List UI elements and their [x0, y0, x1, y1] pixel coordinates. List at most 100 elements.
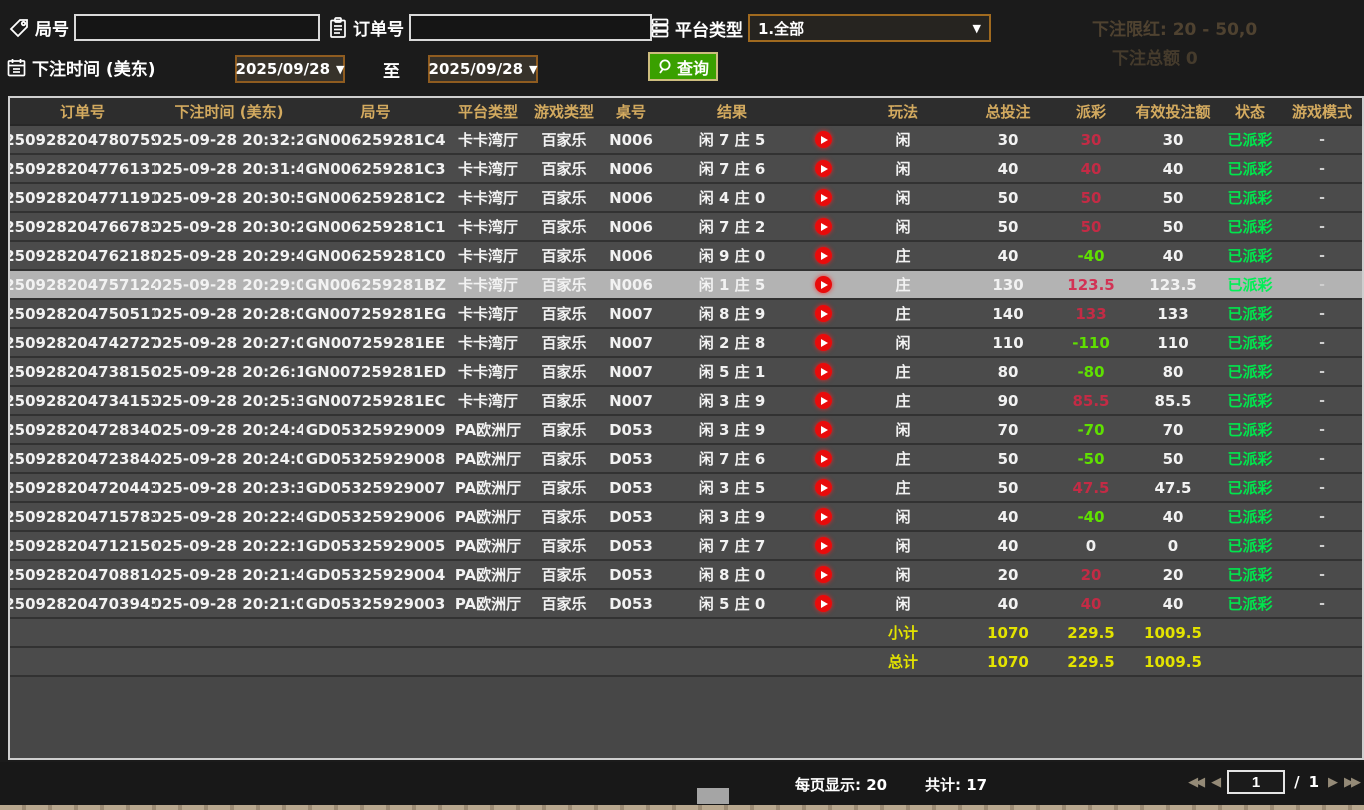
table-header-row: 订单号下注时间 (美东)局号平台类型游戏类型桌号结果玩法总投注派彩有效投注额状态…: [10, 98, 1362, 126]
first-page-button[interactable]: ◀◀: [1188, 775, 1202, 790]
cell-result: 闲 8 庄 9: [662, 300, 802, 327]
cell-total: 40: [962, 155, 1054, 182]
round-number-label: 局号: [35, 15, 69, 40]
table-row[interactable]: 2509282047341532025-09-28 20:25:38GN0072…: [10, 387, 1362, 416]
date-to-value: 2025/09/28: [429, 60, 523, 78]
play-video-icon[interactable]: [815, 508, 832, 525]
cell-mode: -: [1282, 329, 1362, 356]
play-video-icon[interactable]: [815, 189, 832, 206]
play-video-icon[interactable]: [815, 566, 832, 583]
column-header-time: 下注时间 (美东): [155, 98, 303, 124]
column-header-status: 状态: [1218, 98, 1282, 124]
cell-side: 闲: [844, 155, 962, 182]
cell-payout: -70: [1054, 416, 1128, 443]
play-video-icon[interactable]: [815, 595, 832, 612]
cell-valid: 40: [1128, 242, 1218, 269]
play-video-icon[interactable]: [815, 334, 832, 351]
order-number-input[interactable]: [409, 14, 652, 41]
play-video-icon[interactable]: [815, 363, 832, 380]
grand-total-row-side: 总计: [844, 648, 962, 675]
play-video-icon[interactable]: [815, 479, 832, 496]
play-video-icon[interactable]: [815, 305, 832, 322]
subtotal-row-order: [10, 619, 155, 646]
cell-round: GD05325929006: [303, 503, 448, 530]
date-to-picker[interactable]: 2025/09/28 ▼: [428, 55, 538, 83]
cell-table: N007: [600, 329, 662, 356]
table-row[interactable]: 2509282047121562025-09-28 20:22:16GD0532…: [10, 532, 1362, 561]
play-video-icon[interactable]: [815, 160, 832, 177]
cell-time: 2025-09-28 20:31:43: [155, 155, 303, 182]
cell-time: 2025-09-28 20:32:22: [155, 126, 303, 153]
subtotal-row-game: [528, 619, 600, 646]
play-video-icon[interactable]: [815, 450, 832, 467]
platform-type-select[interactable]: 1.全部 ▼: [748, 14, 991, 42]
table-row[interactable]: 2509282047381562025-09-28 20:26:16GN0072…: [10, 358, 1362, 387]
table-row[interactable]: 2509282047505112025-09-28 20:28:09GN0072…: [10, 300, 1362, 329]
result-video-cell: [802, 503, 844, 530]
cell-status: 已派彩: [1218, 358, 1282, 385]
subtotal-row-side: 小计: [844, 619, 962, 646]
cell-order: 250928204708814: [10, 561, 155, 588]
cell-status: 已派彩: [1218, 503, 1282, 530]
last-page-button[interactable]: ▶▶: [1344, 775, 1358, 790]
table-row[interactable]: 2509282047204432025-09-28 20:23:32GD0532…: [10, 474, 1362, 503]
play-video-icon[interactable]: [815, 276, 832, 293]
cell-side: 庄: [844, 474, 962, 501]
next-page-button[interactable]: ▶: [1328, 775, 1335, 790]
date-from-picker[interactable]: 2025/09/28 ▼: [235, 55, 345, 83]
play-video-icon[interactable]: [815, 537, 832, 554]
grand-total-row-game: [528, 648, 600, 675]
cell-mode: -: [1282, 242, 1362, 269]
result-video-cell: [802, 474, 844, 501]
table-row[interactable]: 2509282047761312025-09-28 20:31:43GN0062…: [10, 155, 1362, 184]
cell-round: GD05325929004: [303, 561, 448, 588]
cell-game: 百家乐: [528, 271, 600, 298]
cell-mode: -: [1282, 474, 1362, 501]
cell-game: 百家乐: [528, 155, 600, 182]
cell-round: GN007259281EG: [303, 300, 448, 327]
subtotal-row-payout: 229.5: [1054, 619, 1128, 646]
table-row[interactable]: 2509282047711912025-09-28 20:30:59GN0062…: [10, 184, 1362, 213]
cell-time: 2025-09-28 20:30:23: [155, 213, 303, 240]
background-watermark-line1: 下注限红: 20 - 50,0: [1092, 15, 1257, 40]
table-row[interactable]: 2509282047427272025-09-28 20:27:00GN0072…: [10, 329, 1362, 358]
grand-total-row: 总计1070229.51009.5: [10, 648, 1362, 677]
result-video-cell: [802, 445, 844, 472]
page-size-label: 每页显示: 20: [795, 774, 887, 795]
cell-payout: -40: [1054, 503, 1128, 530]
table-row[interactable]: 2509282047807592025-09-28 20:32:22GN0062…: [10, 126, 1362, 155]
cell-valid: 47.5: [1128, 474, 1218, 501]
page-number-input[interactable]: [1227, 770, 1285, 794]
cell-game: 百家乐: [528, 300, 600, 327]
table-row[interactable]: 2509282047238442025-09-28 20:24:03GD0532…: [10, 445, 1362, 474]
round-number-input[interactable]: [74, 14, 320, 41]
play-video-icon[interactable]: [815, 421, 832, 438]
grand-total-row-round: [303, 648, 448, 675]
query-button[interactable]: 查询: [648, 52, 718, 81]
cell-order: 250928204738156: [10, 358, 155, 385]
play-video-icon[interactable]: [815, 247, 832, 264]
subtotal-row-valid: 1009.5: [1128, 619, 1218, 646]
cell-game: 百家乐: [528, 416, 600, 443]
server-stack-icon: [650, 17, 670, 39]
cell-time: 2025-09-28 20:29:03: [155, 271, 303, 298]
table-row[interactable]: 2509282047667832025-09-28 20:30:23GN0062…: [10, 213, 1362, 242]
play-video-icon[interactable]: [815, 131, 832, 148]
prev-page-button[interactable]: ◀: [1211, 775, 1218, 790]
play-video-icon[interactable]: [815, 392, 832, 409]
play-video-icon[interactable]: [815, 218, 832, 235]
cell-result: 闲 7 庄 7: [662, 532, 802, 559]
cell-status: 已派彩: [1218, 155, 1282, 182]
cell-mode: -: [1282, 184, 1362, 211]
table-row[interactable]: 2509282047157832025-09-28 20:22:49GD0532…: [10, 503, 1362, 532]
cell-time: 2025-09-28 20:21:01: [155, 590, 303, 617]
table-row[interactable]: 2509282047088142025-09-28 20:21:46GD0532…: [10, 561, 1362, 590]
table-row[interactable]: 2509282047039452025-09-28 20:21:01GD0532…: [10, 590, 1362, 619]
cell-status: 已派彩: [1218, 242, 1282, 269]
table-row[interactable]: 2509282047621882025-09-28 20:29:45GN0062…: [10, 242, 1362, 271]
cell-status: 已派彩: [1218, 445, 1282, 472]
cell-payout: -50: [1054, 445, 1128, 472]
table-row[interactable]: 2509282047283402025-09-28 20:24:44GD0532…: [10, 416, 1362, 445]
cell-result: 闲 5 庄 0: [662, 590, 802, 617]
table-row[interactable]: 2509282047571242025-09-28 20:29:03GN0062…: [10, 271, 1362, 300]
